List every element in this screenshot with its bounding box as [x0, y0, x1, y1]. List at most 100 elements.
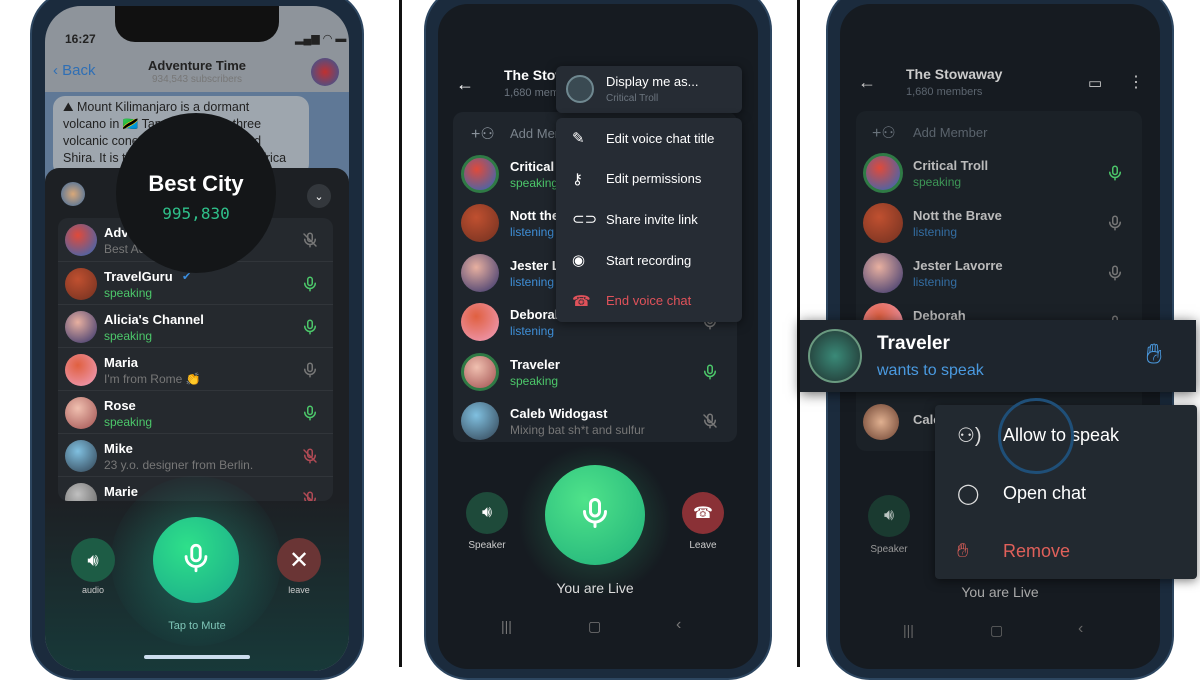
participant-row[interactable]: Alicia's Channel speaking	[58, 304, 333, 347]
participant-row[interactable]: Jester Lavorre listening	[856, 248, 1142, 298]
back-arrow-icon[interactable]: ←	[456, 74, 474, 95]
participant-avatar	[65, 267, 97, 300]
mute-hint: Tap to Mute	[168, 620, 226, 632]
participant-name: Caleb Widogast	[510, 406, 608, 422]
nav-back-icon[interactable]: ‹	[676, 616, 681, 634]
options-menu: ✎ Edit voice chat title ⚷ Edit permissions ⊂…	[556, 118, 742, 322]
home-icon[interactable]: ▢	[588, 618, 601, 635]
participant-status: speaking	[510, 175, 559, 190]
mic-icon[interactable]	[1106, 164, 1124, 187]
audio-label: audio	[81, 585, 105, 595]
participant-row[interactable]: Rose speaking	[58, 390, 333, 433]
mic-icon[interactable]	[301, 318, 319, 341]
live-status: You are Live	[961, 584, 1039, 600]
participant-status: listening	[913, 225, 958, 239]
menu-item-label: Remove	[1003, 540, 1071, 561]
leave-label: Leave	[689, 540, 717, 551]
menu-item-edit-voice-chat-title[interactable]: ✎ Edit voice chat title	[556, 118, 742, 158]
channel-subtitle: 934,543 subscribers	[151, 74, 243, 85]
nav-back-icon[interactable]: ‹	[1078, 620, 1083, 638]
status-icons: ▂▄▆ ◠ ▬	[295, 33, 347, 45]
mic-muted-icon[interactable]	[301, 447, 319, 470]
add-member-icon: +⚇	[471, 126, 495, 143]
participant-row[interactable]: Critical Troll speaking	[856, 148, 1142, 198]
allow-speak-icon: ⚇)	[957, 424, 982, 447]
menu-item-share-invite-link[interactable]: ⊂⊃ Share invite link	[556, 199, 742, 239]
menu-item-edit-permissions[interactable]: ⚷ Edit permissions	[556, 159, 742, 199]
mute-toggle-button[interactable]	[153, 517, 239, 603]
speaker-icon: 🔊︎	[883, 507, 895, 524]
participant-avatar	[461, 253, 499, 292]
participant-row[interactable]: Caleb Widogast	[856, 400, 936, 444]
participant-row[interactable]: Traveler speaking	[453, 347, 737, 397]
mic-muted-icon[interactable]	[301, 490, 319, 501]
menu-item-end-voice-chat[interactable]: ☎︎ End voice chat	[556, 281, 742, 321]
participant-name: TravelGuru	[104, 268, 173, 284]
mic-muted-icon[interactable]	[701, 412, 719, 435]
android-screen: ← The Stowaway 1,680 members +⚇ Add Membe…	[438, 4, 758, 669]
recent-apps-icon[interactable]: |||	[903, 622, 914, 638]
participant-avatar	[461, 402, 499, 441]
channel-title: Adventure Time	[147, 58, 246, 73]
mic-icon[interactable]	[301, 404, 319, 427]
chat-title: The Stowaway	[906, 66, 1003, 82]
participant-row[interactable]: Maria I'm from Rome 👏	[58, 347, 333, 390]
speak-request-card[interactable]: Traveler wants to speak ✋︎	[800, 320, 1196, 392]
menu-item-open-chat[interactable]: ◯ Open chat	[935, 471, 1197, 515]
menu-item-remove[interactable]: ✋︎ Remove	[935, 529, 1197, 573]
participant-status: Mixing bat sh*t and sulfur	[510, 423, 645, 438]
mic-icon[interactable]	[301, 275, 319, 298]
display-as-avatar	[566, 75, 594, 103]
collapse-button[interactable]: ⌄	[307, 184, 331, 208]
participant-avatar	[863, 203, 903, 243]
menu-item-start-recording[interactable]: ◉ Start recording	[556, 240, 742, 280]
notch	[115, 6, 279, 42]
participant-row[interactable]: Mike 23 y.o. designer from Berlin.	[58, 433, 333, 476]
participant-avatar	[65, 482, 97, 501]
participant-avatar	[461, 303, 499, 342]
raised-hand-icon: ✋︎	[1146, 338, 1162, 369]
speaker-button[interactable]: 🔊︎	[466, 492, 508, 534]
hangup-icon: ☎︎	[572, 292, 591, 310]
participant-name: Caleb Widogast	[913, 412, 935, 427]
participant-avatar	[65, 310, 97, 343]
participant-avatar	[461, 352, 499, 391]
participant-avatar	[863, 153, 903, 193]
close-icon: ✕	[288, 546, 310, 574]
menu-item-label: Open chat	[1003, 482, 1087, 503]
participant-name: Deborah	[510, 307, 563, 323]
participant-name: Rose	[104, 397, 136, 413]
my-avatar[interactable]	[61, 182, 85, 206]
more-options-icon[interactable]: ⋮	[1128, 72, 1144, 92]
mic-muted-icon[interactable]	[301, 231, 319, 254]
participant-avatar	[461, 204, 499, 243]
mute-toggle-button[interactable]	[545, 465, 645, 565]
participant-status: I'm from Rome 👏	[104, 371, 201, 386]
speaker-label: Speaker	[870, 544, 908, 555]
participant-row[interactable]: Nott the Brave listening	[856, 198, 1142, 248]
participant-status: speaking	[510, 373, 559, 388]
participant-row[interactable]: Caleb Widogast Mixing bat sh*t and sulfur	[453, 397, 737, 443]
channel-avatar[interactable]	[311, 58, 339, 86]
display-as-button[interactable]: Display me as... Critical Troll	[556, 66, 742, 113]
mic-icon[interactable]	[701, 363, 719, 386]
leave-label: leave	[288, 585, 310, 595]
live-status: You are Live	[556, 580, 634, 596]
leave-button[interactable]: ☎︎	[682, 492, 724, 534]
screencast-icon[interactable]: ▭	[1088, 74, 1102, 92]
chevron-down-icon: ⌄	[314, 190, 324, 203]
participant-name: Jester Lavorre	[913, 258, 1003, 273]
mic-icon[interactable]	[301, 361, 319, 384]
participant-status: speaking	[104, 328, 153, 343]
back-arrow-icon[interactable]: ←	[858, 72, 876, 93]
audio-button[interactable]: 🔊︎	[71, 538, 115, 582]
recent-apps-icon[interactable]: |||	[501, 618, 512, 634]
home-icon[interactable]: ▢	[990, 622, 1003, 639]
speaker-button[interactable]: 🔊︎	[868, 495, 910, 537]
mic-icon[interactable]	[1106, 214, 1124, 237]
mic-icon[interactable]	[1106, 264, 1124, 287]
leave-button[interactable]: ✕	[277, 538, 321, 582]
home-indicator[interactable]	[144, 655, 250, 659]
chat-bubble-icon: ◯	[957, 482, 980, 505]
participant-status: speaking	[104, 285, 153, 300]
